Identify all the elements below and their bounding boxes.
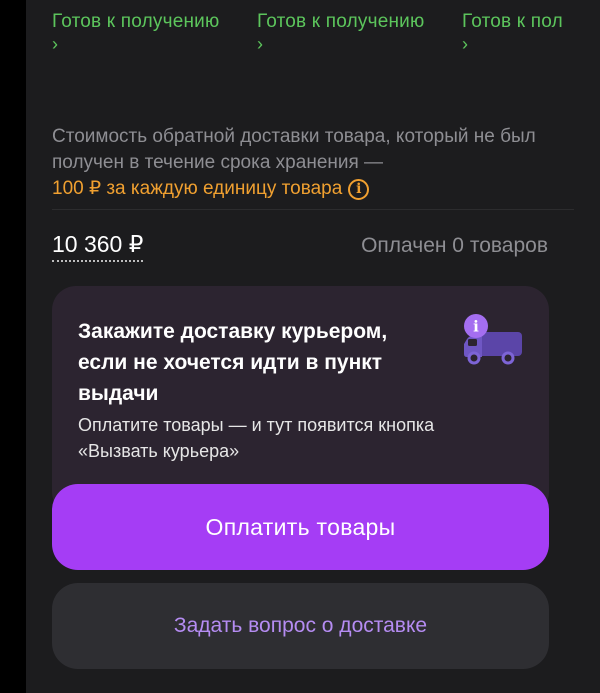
return-delivery-note: Стоимость обратной доставки товара, кото…	[52, 124, 552, 202]
pay-goods-button-label: Оплатить товары	[205, 513, 396, 540]
screen: Готов к получению › Готов к получению › …	[0, 0, 600, 693]
ask-delivery-question-button[interactable]: Задать вопрос о доставке	[52, 583, 549, 669]
chevron-right-icon: ›	[462, 34, 469, 54]
courier-promo-card: Закажите доставку курьером, если не хоче…	[52, 286, 549, 516]
paid-status: Оплачен 0 товаров	[361, 234, 548, 257]
promo-badge-glyph: i	[473, 318, 479, 336]
ask-delivery-question-label: Задать вопрос о доставке	[173, 614, 428, 637]
return-cost-label: 100 ₽ за каждую единицу товара	[52, 178, 343, 199]
shipment-status-row: Готов к получению › Готов к получению › …	[52, 10, 600, 62]
promo-title: Закажите доставку курьером, если не хоче…	[78, 320, 388, 405]
shipment-status-1[interactable]: Готов к получению ›	[52, 10, 252, 54]
promo-subtitle: Оплатите товары — и тут появится кнопка …	[78, 415, 435, 461]
chevron-right-icon: ›	[52, 34, 59, 54]
return-cost-link[interactable]: 100 ₽ за каждую единицу товара i	[52, 176, 370, 202]
pay-goods-button[interactable]: Оплатить товары	[52, 484, 549, 570]
shipment-status-label: Готов к получению	[52, 11, 220, 32]
order-total-amount[interactable]: 10 360 ₽	[52, 230, 144, 262]
chevron-right-icon: ›	[257, 34, 264, 54]
shipment-status-2[interactable]: Готов к получению ›	[257, 10, 457, 54]
info-icon[interactable]: i	[348, 178, 370, 200]
delivery-truck-icon: i	[464, 314, 522, 365]
shipment-status-label: Готов к получению	[257, 11, 425, 32]
shipment-status-3[interactable]: Готов к пол ›	[462, 10, 600, 54]
return-delivery-note-text: Стоимость обратной доставки товара, кото…	[52, 126, 536, 173]
divider	[52, 209, 574, 210]
shipment-status-label: Готов к пол	[462, 11, 563, 32]
